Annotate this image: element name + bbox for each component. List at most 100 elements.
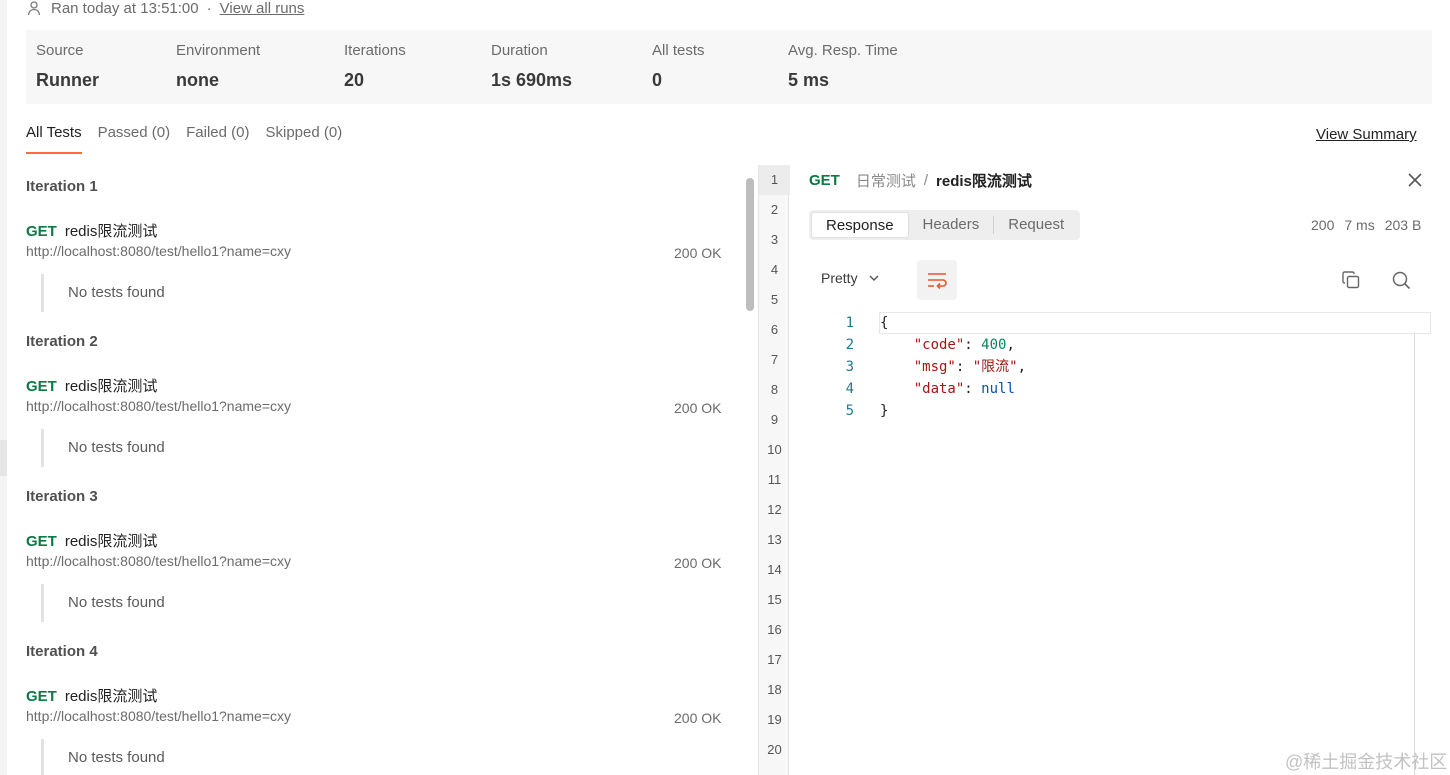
response-status: 200 OK — [674, 710, 722, 726]
iteration-number-nav: 1 2 3 4 5 6 7 8 9 10 11 12 13 14 15 16 17 18 19 20 — [758, 165, 790, 775]
iteration-nav-item[interactable]: 3 — [759, 225, 790, 255]
copy-icon[interactable] — [1341, 270, 1361, 290]
wrap-lines-button[interactable] — [917, 260, 957, 300]
json-value: 400 — [981, 337, 1007, 353]
json-value: "限流" — [972, 359, 1018, 375]
iteration-nav-item[interactable]: 18 — [759, 675, 790, 705]
iteration-nav-item[interactable]: 10 — [759, 435, 790, 465]
iteration-nav-item[interactable]: 1 — [759, 165, 790, 195]
request-name: redis限流测试 — [64, 378, 158, 395]
iteration-nav-item[interactable]: 8 — [759, 375, 790, 405]
request-detail-header: GET 日常测试 / redis限流测试 — [809, 170, 1032, 191]
iteration-nav-item[interactable]: 11 — [759, 465, 790, 495]
code-line: 1{ — [809, 312, 889, 334]
request-method: GET — [26, 533, 57, 550]
tab-all-tests[interactable]: All Tests — [26, 124, 82, 154]
iteration-nav-item[interactable]: 20 — [759, 735, 790, 765]
wrap-lines-icon — [928, 273, 947, 289]
stat-environment: Environment none — [176, 42, 260, 91]
request-name: redis限流测试 — [64, 223, 158, 240]
user-icon — [27, 1, 41, 16]
tab-headers[interactable]: Headers — [909, 212, 994, 238]
tab-response[interactable]: Response — [811, 212, 909, 238]
iteration-title: Iteration 4 — [26, 643, 98, 660]
stat-label: Iterations — [344, 42, 406, 59]
request-row[interactable]: GET redis限流测试 — [26, 220, 157, 241]
tab-failed[interactable]: Failed (0) — [186, 124, 249, 154]
response-body-viewer[interactable]: 1{ 2 "code": 400, 3 "msg": "限流", 4 "data… — [809, 312, 1432, 775]
iteration-nav-item[interactable]: 9 — [759, 405, 790, 435]
iteration-nav-item[interactable]: 13 — [759, 525, 790, 555]
iteration-nav-item[interactable]: 15 — [759, 585, 790, 615]
response-meta: 200 7 ms 203 B — [1311, 217, 1421, 233]
json-key: "code" — [913, 337, 965, 353]
iteration-nav-item[interactable]: 4 — [759, 255, 790, 285]
code-line-number: 4 — [845, 381, 854, 397]
watermark: @稀土掘金技术社区 — [1285, 752, 1448, 772]
iteration-nav-item[interactable]: 17 — [759, 645, 790, 675]
response-status: 200 OK — [674, 245, 722, 261]
json-key: "data" — [913, 381, 965, 397]
tab-request[interactable]: Request — [994, 212, 1078, 238]
iteration-nav-item[interactable]: 14 — [759, 555, 790, 585]
stat-value: 5 ms — [788, 70, 830, 90]
breadcrumb-separator: / — [923, 172, 929, 189]
iteration-nav-item[interactable]: 2 — [759, 195, 790, 225]
close-icon[interactable] — [1406, 171, 1424, 189]
detail-folder[interactable]: 日常测试 — [856, 170, 916, 191]
stat-label: Environment — [176, 42, 261, 59]
iteration-nav-item[interactable]: 5 — [759, 285, 790, 315]
tab-passed[interactable]: Passed (0) — [98, 124, 171, 154]
iteration-nav-item[interactable]: 16 — [759, 615, 790, 645]
iterations-scrollbar-thumb[interactable] — [746, 178, 754, 311]
json-comma: , — [1017, 359, 1027, 375]
request-url: http://localhost:8080/test/hello1?name=c… — [26, 243, 292, 259]
json-key: "msg" — [913, 359, 956, 375]
stat-label: Duration — [491, 42, 548, 59]
detail-request-name: redis限流测试 — [936, 173, 1032, 190]
stat-duration: Duration 1s 690ms — [491, 42, 572, 91]
view-all-runs-link[interactable]: View all runs — [220, 0, 305, 17]
stat-value: Runner — [36, 70, 99, 90]
search-icon[interactable] — [1391, 270, 1411, 290]
request-row[interactable]: GET redis限流测试 — [26, 530, 157, 551]
response-time: 7 ms — [1344, 217, 1375, 233]
stat-value: 20 — [344, 70, 365, 90]
code-line-number: 1 — [845, 315, 854, 331]
left-edge-tick — [0, 440, 7, 476]
code-line: 4 "data": null — [809, 378, 1015, 400]
request-url: http://localhost:8080/test/hello1?name=c… — [26, 553, 292, 569]
iterations-list: Iteration 1 GET redis限流测试 http://localhos… — [26, 160, 726, 775]
iteration-title: Iteration 1 — [26, 178, 98, 195]
ran-time-text: Ran today at 13:51:00 — [51, 0, 199, 17]
request-url: http://localhost:8080/test/hello1?name=c… — [26, 398, 292, 414]
iteration-title: Iteration 3 — [26, 488, 98, 505]
iteration-nav-item[interactable]: 7 — [759, 345, 790, 375]
code-brace: { — [880, 315, 889, 331]
format-select[interactable]: Pretty — [821, 270, 880, 286]
iteration-nav-item[interactable]: 6 — [759, 315, 790, 345]
view-summary-link[interactable]: View Summary — [1316, 126, 1417, 143]
iteration-title: Iteration 2 — [26, 333, 98, 350]
iteration-nav-item[interactable]: 19 — [759, 705, 790, 735]
iteration-item: Iteration 2 GET redis限流测试 http://localhos… — [26, 315, 726, 470]
code-line-number: 5 — [845, 403, 854, 419]
code-scrollbar[interactable] — [1414, 334, 1415, 775]
request-row[interactable]: GET redis限流测试 — [26, 375, 157, 396]
stat-source: Source Runner — [36, 42, 99, 91]
request-method: GET — [26, 378, 57, 395]
tests-result: No tests found — [41, 429, 165, 467]
tests-result: No tests found — [41, 739, 165, 775]
tab-skipped[interactable]: Skipped (0) — [265, 124, 342, 154]
tests-result: No tests found — [41, 584, 165, 622]
format-select-value: Pretty — [821, 270, 858, 286]
code-line-number: 2 — [845, 337, 854, 353]
stat-label: Avg. Resp. Time — [788, 42, 898, 59]
response-status: 200 OK — [674, 555, 722, 571]
run-info: Ran today at 13:51:00 · View all runs — [26, 0, 305, 17]
request-row[interactable]: GET redis限流测试 — [26, 685, 157, 706]
response-size: 203 B — [1384, 217, 1422, 233]
results-tabs: All Tests Passed (0) Failed (0) Skipped … — [26, 124, 358, 154]
iteration-nav-item[interactable]: 12 — [759, 495, 790, 525]
stat-iterations: Iterations 20 — [344, 42, 406, 91]
